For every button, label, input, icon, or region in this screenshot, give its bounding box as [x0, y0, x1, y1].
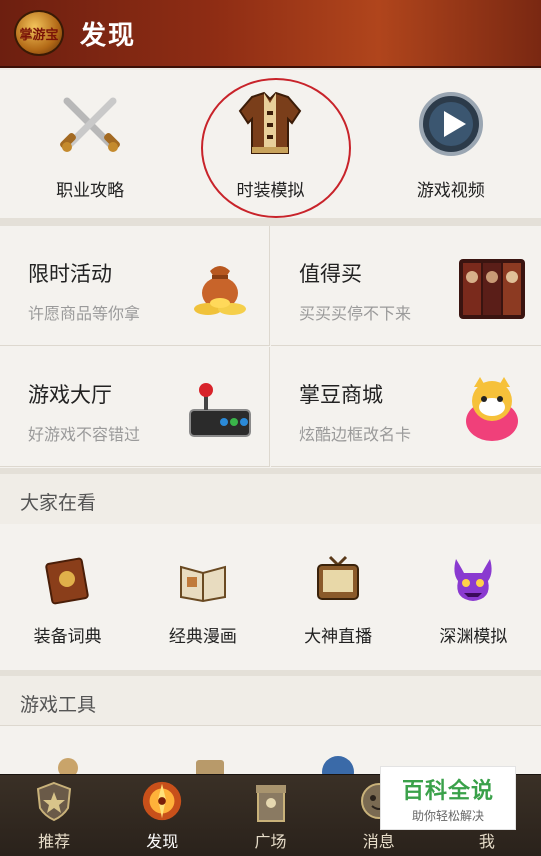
feature-career-guide[interactable]: 职业攻略 [0, 70, 180, 218]
watch-label: 经典漫画 [168, 627, 237, 647]
app-logo-text: 掌游宝 [19, 27, 59, 43]
tv-icon [310, 552, 366, 608]
gold-bag-icon [185, 254, 255, 324]
card-limited-event[interactable]: 限时活动 许愿商品等你拿 [0, 226, 270, 346]
section-title: 游戏工具 [20, 694, 97, 716]
watch-label: 装备词典 [33, 627, 102, 647]
watch-label: 深渊模拟 [439, 627, 508, 647]
feature-game-video[interactable]: 游戏视频 [361, 70, 541, 218]
card-title: 游戏大厅 [28, 383, 112, 407]
crossed-swords-icon [50, 84, 130, 164]
watermark-title: 百科全说 [401, 778, 494, 804]
nav-label: 消息 [362, 832, 395, 851]
shield-icon [31, 778, 77, 824]
play-video-icon [411, 84, 491, 164]
nav-label: 广场 [254, 832, 287, 851]
watch-classic-comics[interactable]: 经典漫画 [135, 524, 270, 670]
card-bean-mall[interactable]: 掌豆商城 炫酷边框改名卡 [271, 347, 541, 467]
header-bar: 掌游宝 发现 [0, 0, 541, 68]
card-subtitle: 买买买停不下来 [299, 304, 412, 323]
joystick-icon [185, 375, 255, 445]
feature-label: 职业攻略 [56, 181, 125, 201]
highlight-circle [201, 78, 351, 218]
section-title: 大家在看 [20, 492, 97, 514]
section-header-watching: 大家在看 [0, 474, 541, 526]
nav-label: 我 [478, 832, 495, 851]
mascot-icon [457, 375, 527, 445]
compass-icon [139, 778, 185, 824]
nav-label: 推荐 [38, 832, 71, 851]
card-subtitle: 好游戏不容错过 [28, 425, 141, 444]
section-header-tools: 游戏工具 [0, 676, 541, 726]
promo-grid: 限时活动 许愿商品等你拿 值得买 买买买停不下来 游戏大厅 好游戏不容错过 掌豆… [0, 226, 541, 468]
feature-label: 游戏视频 [416, 181, 485, 201]
card-title: 值得买 [299, 262, 362, 286]
tower-icon [248, 778, 294, 824]
page-title: 发现 [80, 20, 137, 51]
card-subtitle: 许愿商品等你拿 [28, 304, 141, 323]
book-icon [40, 552, 96, 608]
game-art-icon [457, 254, 527, 324]
card-worth-buying[interactable]: 值得买 买买买停不下来 [271, 226, 541, 346]
card-title: 限时活动 [28, 262, 112, 286]
demon-icon [445, 552, 501, 608]
watch-label: 大神直播 [304, 627, 373, 647]
nav-label: 发现 [146, 832, 179, 851]
card-subtitle: 炫酷边框改名卡 [299, 425, 412, 444]
nav-plaza[interactable]: 广场 [216, 775, 324, 856]
watching-row: 装备词典 经典漫画 大神直播 深渊模拟 [0, 524, 541, 670]
watch-pro-live[interactable]: 大神直播 [271, 524, 406, 670]
card-game-hall[interactable]: 游戏大厅 好游戏不容错过 [0, 347, 270, 467]
watch-equipment-dictionary[interactable]: 装备词典 [0, 524, 135, 670]
card-title: 掌豆商城 [299, 383, 383, 407]
nav-recommend[interactable]: 推荐 [0, 775, 108, 856]
open-book-icon [175, 552, 231, 608]
watch-abyss-sim[interactable]: 深渊模拟 [406, 524, 541, 670]
watermark-subtitle: 助你轻松解决 [411, 808, 484, 823]
watermark-badge: 百科全说 助你轻松解决 [380, 766, 516, 830]
divider [0, 218, 541, 226]
nav-discover[interactable]: 发现 [108, 775, 216, 856]
app-logo: 掌游宝 [14, 10, 64, 56]
